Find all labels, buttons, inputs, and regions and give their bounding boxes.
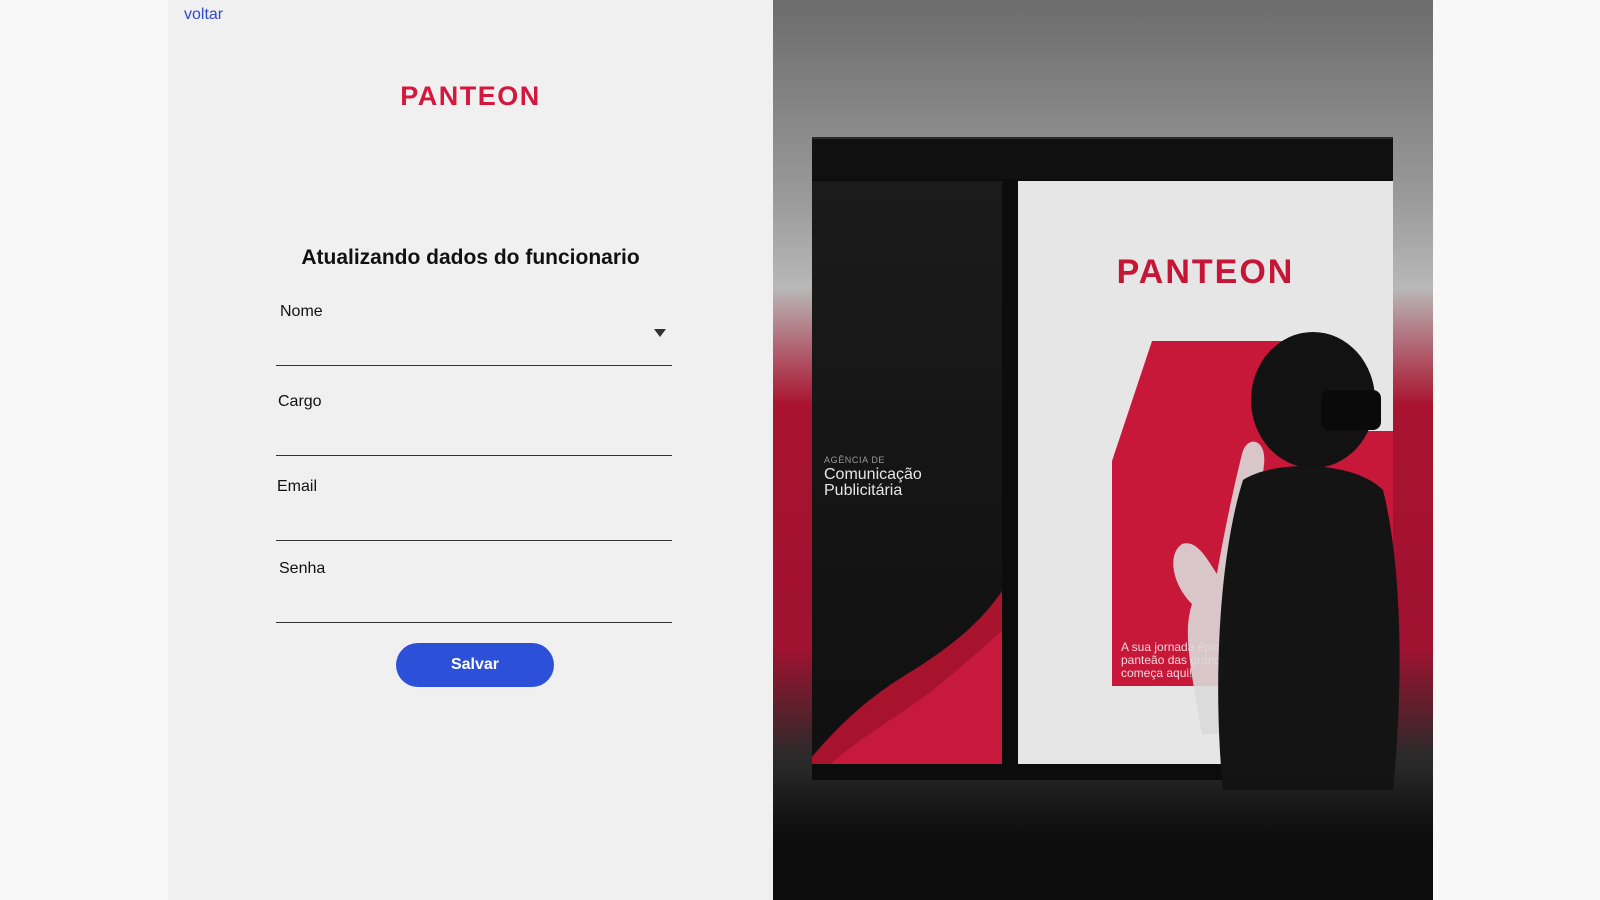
page-title: Atualizando dados do funcionario <box>301 246 640 269</box>
floor-shadow <box>773 770 1433 900</box>
poster-left-panel: AGÊNCIA DE Comunicação Publicitária <box>812 181 1002 764</box>
agency-eyebrow: AGÊNCIA DE <box>824 455 886 465</box>
save-button[interactable]: Salvar <box>396 643 554 687</box>
billboard-top-bar <box>812 139 1393 179</box>
chevron-down-icon[interactable] <box>654 329 666 337</box>
email-label: Email <box>277 478 318 495</box>
promo-image-panel: AGÊNCIA DE Comunicação Publicitária PANT… <box>773 0 1433 900</box>
email-input[interactable] <box>276 512 650 538</box>
back-link[interactable]: voltar <box>184 6 223 24</box>
email-field[interactable]: Email <box>276 478 672 541</box>
cargo-field[interactable]: Cargo <box>276 393 672 456</box>
red-wave-graphic <box>812 591 1002 764</box>
nome-select[interactable] <box>276 337 650 363</box>
senha-label: Senha <box>279 560 326 577</box>
nome-label: Nome <box>280 303 323 320</box>
brand-logo: PANTEON <box>400 81 541 111</box>
cargo-label: Cargo <box>278 393 322 410</box>
app-frame: voltar PANTEON Atualizando dados do func… <box>168 0 1433 900</box>
senha-input[interactable] <box>276 594 650 620</box>
nome-field[interactable]: Nome <box>276 303 672 366</box>
cargo-input[interactable] <box>276 427 650 453</box>
senha-field[interactable]: Senha <box>276 560 672 623</box>
agency-title: Comunicação Publicitária <box>824 466 922 499</box>
form-panel: voltar PANTEON Atualizando dados do func… <box>168 0 773 900</box>
person-silhouette <box>1218 332 1400 790</box>
poster-logo: PANTEON <box>1116 253 1295 291</box>
